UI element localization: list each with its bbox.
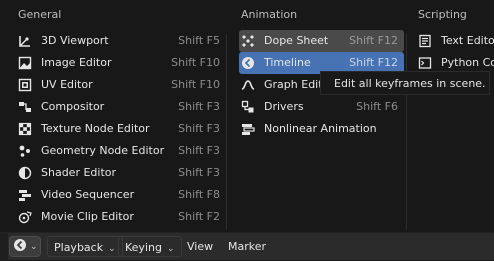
general-column: General 3D Viewport Shift F5 Image Edito… bbox=[10, 0, 232, 228]
timeline-icon bbox=[241, 56, 255, 70]
timeline-icon bbox=[13, 238, 27, 255]
menu-item-label: Nonlinear Animation bbox=[264, 122, 377, 135]
menu-item-shortcut: Shift F12 bbox=[349, 34, 398, 47]
nla-icon bbox=[241, 122, 255, 136]
menu-item-label: Drivers bbox=[264, 100, 304, 113]
keying-menu[interactable]: Keying ⌄ bbox=[118, 236, 182, 257]
menu-item-shortcut: Shift F10 bbox=[171, 78, 220, 91]
playback-label: Playback bbox=[54, 241, 104, 254]
menu-item-text-editor[interactable]: Text Editor bbox=[416, 30, 494, 52]
playback-menu[interactable]: Playback ⌄ bbox=[47, 236, 123, 257]
menu-item-video-sequencer[interactable]: Video Sequencer Shift F8 bbox=[16, 184, 226, 206]
dopesheet-icon bbox=[241, 34, 255, 48]
menu-item-texture-node-editor[interactable]: Texture Node Editor Shift F3 bbox=[16, 118, 226, 140]
chevron-down-icon: ⌄ bbox=[166, 244, 175, 254]
texture-icon bbox=[18, 122, 32, 136]
menu-item-shortcut: Shift F5 bbox=[178, 34, 220, 47]
animation-header: Animation bbox=[241, 8, 298, 21]
scripting-column: Scripting Text Editor Python Co bbox=[410, 0, 494, 74]
shader-icon bbox=[18, 166, 32, 180]
menu-item-label: Video Sequencer bbox=[41, 188, 135, 201]
column-divider bbox=[226, 34, 227, 230]
text-editor-icon bbox=[418, 34, 432, 48]
marker-menu[interactable]: Marker bbox=[222, 236, 272, 257]
menu-item-shortcut: Shift F2 bbox=[178, 210, 220, 223]
compositor-icon bbox=[18, 100, 32, 114]
menu-item-dope-sheet[interactable]: Dope Sheet Shift F12 bbox=[239, 30, 404, 52]
menu-item-shader-editor[interactable]: Shader Editor Shift F3 bbox=[16, 162, 226, 184]
menu-item-drivers[interactable]: Drivers Shift F6 bbox=[239, 96, 404, 118]
menu-item-label: Geometry Node Editor bbox=[41, 144, 165, 157]
menu-item-label: Text Editor bbox=[441, 34, 494, 47]
general-header: General bbox=[18, 8, 62, 21]
keying-label: Keying bbox=[125, 241, 162, 254]
menu-item-shortcut: Shift F6 bbox=[356, 100, 398, 113]
sequencer-icon bbox=[18, 188, 32, 202]
menu-item-geometry-node-editor[interactable]: Geometry Node Editor Shift F3 bbox=[16, 140, 226, 162]
menu-item-shortcut: Shift F8 bbox=[178, 188, 220, 201]
timeline-tooltip: Edit all keyframes in scene. bbox=[320, 71, 490, 95]
menu-item-label: Texture Node Editor bbox=[41, 122, 150, 135]
editor-type-button[interactable]: ⌄ bbox=[9, 236, 41, 257]
menu-item-compositor[interactable]: Compositor Shift F3 bbox=[16, 96, 226, 118]
column-divider bbox=[406, 34, 407, 230]
view-menu[interactable]: View bbox=[181, 236, 219, 257]
drivers-icon bbox=[241, 100, 255, 114]
menu-item-nonlinear-animation[interactable]: Nonlinear Animation bbox=[239, 118, 404, 140]
uv-icon bbox=[18, 78, 32, 92]
graph-icon bbox=[241, 78, 255, 92]
menu-item-image-editor[interactable]: Image Editor Shift F10 bbox=[16, 52, 226, 74]
menu-item-shortcut: Shift F3 bbox=[178, 100, 220, 113]
python-console-icon bbox=[418, 56, 432, 70]
menu-item-label: Image Editor bbox=[41, 56, 112, 69]
menu-item-shortcut: Shift F3 bbox=[178, 144, 220, 157]
geometry-nodes-icon bbox=[18, 144, 32, 158]
menu-item-shortcut: Shift F3 bbox=[178, 122, 220, 135]
chevron-down-icon: ⌄ bbox=[108, 244, 116, 254]
movie-clip-icon bbox=[18, 210, 32, 224]
editor-type-menu: General 3D Viewport Shift F5 Image Edito… bbox=[0, 0, 494, 232]
menu-item-movie-clip-editor[interactable]: Movie Clip Editor Shift F2 bbox=[16, 206, 226, 228]
menu-item-uv-editor[interactable]: UV Editor Shift F10 bbox=[16, 74, 226, 96]
chevron-down-icon: ⌄ bbox=[30, 241, 38, 252]
timeline-header-bar: ⌄ Playback ⌄ Keying ⌄ View Marker bbox=[0, 232, 494, 261]
viewport-3d-icon bbox=[18, 34, 32, 48]
menu-item-label: Shader Editor bbox=[41, 166, 117, 179]
scripting-header: Scripting bbox=[418, 8, 467, 21]
menu-item-label: UV Editor bbox=[41, 78, 93, 91]
menu-item-shortcut: Shift F10 bbox=[171, 56, 220, 69]
area-edge bbox=[0, 233, 8, 261]
image-icon bbox=[18, 56, 32, 70]
menu-item-label: Movie Clip Editor bbox=[41, 210, 134, 223]
animation-column: Animation Dope Sheet Shift F12 Timeline … bbox=[233, 0, 405, 140]
menu-item-label: Dope Sheet bbox=[264, 34, 329, 47]
menu-item-3d-viewport[interactable]: 3D Viewport Shift F5 bbox=[16, 30, 226, 52]
menu-item-shortcut: Shift F3 bbox=[178, 166, 220, 179]
menu-item-label: 3D Viewport bbox=[41, 34, 109, 47]
menu-item-label: Compositor bbox=[41, 100, 105, 113]
